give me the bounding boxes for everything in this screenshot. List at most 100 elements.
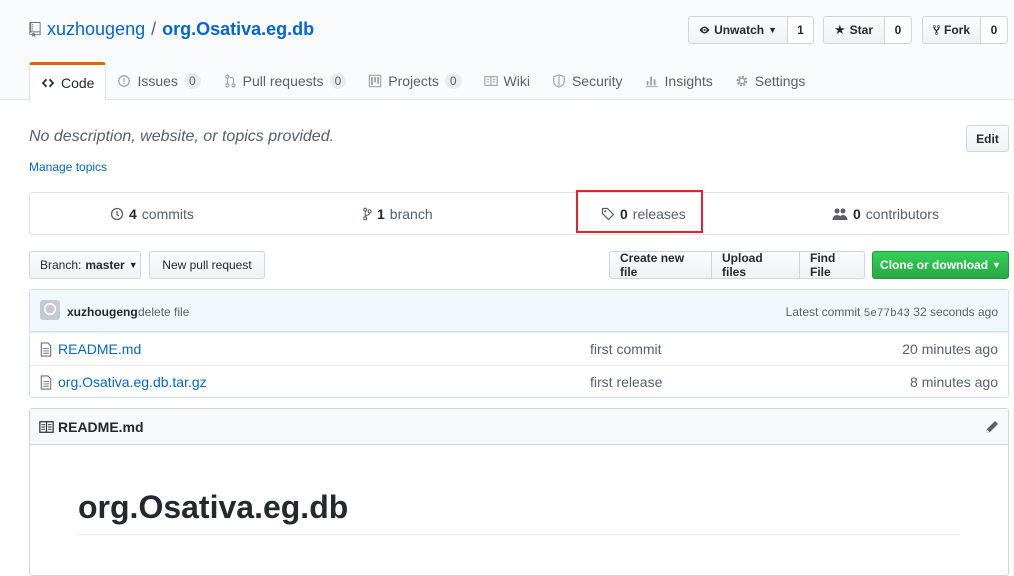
branch-name: master: [85, 258, 125, 272]
star-count[interactable]: 0: [885, 16, 912, 44]
star-icon: ★: [834, 22, 846, 37]
create-new-file-button[interactable]: Create new file: [609, 251, 712, 279]
new-pull-request-button[interactable]: New pull request: [149, 251, 265, 279]
readme-title: README.md: [58, 419, 144, 435]
releases-highlight-box: [576, 190, 703, 233]
repo-title: xuzhougeng / org.Osativa.eg.db: [29, 19, 314, 40]
star-label: Star: [849, 23, 873, 37]
repo-summary: 4 commits 1 branch 0 releases 0 contribu…: [29, 192, 1009, 235]
file-age: 20 minutes ago: [902, 341, 998, 357]
readme-header: README.md: [30, 409, 1008, 445]
tab-wiki[interactable]: Wiki: [473, 62, 541, 100]
eye-icon: [699, 26, 710, 34]
star-group: ★ Star 0: [823, 16, 912, 44]
pencil-icon[interactable]: [984, 419, 1000, 435]
tab-insights[interactable]: Insights: [634, 62, 724, 100]
tab-security-label: Security: [571, 73, 623, 89]
latest-commit-label: Latest commit: [785, 305, 861, 319]
pull-request-icon: [224, 74, 236, 88]
fork-count[interactable]: 0: [981, 16, 1008, 44]
tab-settings[interactable]: Settings: [724, 62, 817, 100]
file-name-link[interactable]: org.Osativa.eg.db.tar.gz: [58, 374, 207, 390]
graph-icon: [645, 76, 658, 88]
caret-down-icon: ▼: [128, 260, 138, 270]
branches-count: 1: [377, 205, 385, 222]
repo-separator: /: [151, 19, 157, 39]
tab-issues[interactable]: Issues 0: [106, 62, 211, 100]
tab-projects[interactable]: Projects 0: [357, 62, 472, 100]
upload-files-button[interactable]: Upload files: [712, 251, 800, 279]
file-row: README.md first commit 20 minutes ago: [30, 332, 1008, 365]
branches-label: branch: [389, 205, 433, 222]
file-icon: [40, 375, 52, 390]
projects-count-badge: 0: [444, 73, 462, 89]
clone-label: Clone or download: [880, 258, 989, 272]
file-commit-message[interactable]: first commit: [590, 341, 662, 357]
unwatch-button[interactable]: Unwatch ▼: [688, 16, 788, 44]
tab-projects-label: Projects: [388, 73, 439, 89]
repo-owner-link[interactable]: xuzhougeng: [47, 19, 145, 40]
latest-commit-bar: xuzhougeng delete file Latest commit 5e7…: [30, 290, 1008, 332]
branch-select-button[interactable]: Branch: master ▼: [29, 251, 141, 279]
tab-settings-label: Settings: [754, 73, 806, 89]
caret-down-icon: ▼: [992, 260, 1001, 270]
fork-button[interactable]: Fork: [922, 16, 981, 44]
manage-topics-link[interactable]: Manage topics: [29, 160, 107, 174]
tab-issues-label: Issues: [137, 73, 178, 89]
gear-icon: [736, 75, 748, 87]
file-actions-group: Create new file Upload files Find File: [609, 251, 865, 279]
fork-icon: [933, 25, 940, 35]
file-row: org.Osativa.eg.db.tar.gz first release 8…: [30, 365, 1008, 398]
commit-age: 32 seconds ago: [913, 305, 998, 319]
file-name-link[interactable]: README.md: [58, 341, 141, 357]
commit-message[interactable]: delete file: [138, 305, 189, 319]
issue-icon: [118, 75, 131, 87]
commit-sha[interactable]: 5e77b43: [864, 308, 910, 320]
tab-pull-requests[interactable]: Pull requests 0: [212, 62, 358, 100]
contributors-count: 0: [853, 205, 861, 222]
wiki-icon: [483, 76, 498, 86]
file-browser: xuzhougeng delete file Latest commit 5e7…: [29, 289, 1009, 398]
star-button[interactable]: ★ Star: [823, 16, 885, 44]
book-icon: [39, 421, 54, 433]
tab-pull-requests-label: Pull requests: [242, 73, 324, 89]
project-icon: [369, 74, 382, 88]
commit-author[interactable]: xuzhougeng: [67, 305, 138, 319]
avatar[interactable]: [40, 300, 60, 320]
readme-heading: org.Osativa.eg.db: [78, 489, 349, 525]
code-icon: [41, 78, 55, 87]
tab-code-label: Code: [61, 74, 95, 91]
people-icon: [832, 208, 848, 220]
unwatch-label: Unwatch: [714, 23, 765, 37]
repo-name-link[interactable]: org.Osativa.eg.db: [162, 19, 314, 40]
repo-nav-tabs: Code Issues 0 Pull requests 0 Projects 0…: [29, 62, 817, 101]
caret-down-icon: ▼: [768, 25, 777, 35]
file-icon: [40, 342, 52, 357]
readme-panel: README.md org.Osativa.eg.db: [29, 408, 1009, 576]
file-age: 8 minutes ago: [910, 374, 998, 390]
commits-link[interactable]: 4 commits: [110, 193, 194, 234]
branch-prefix: Branch:: [40, 258, 82, 272]
issues-count-badge: 0: [183, 73, 201, 89]
tab-security[interactable]: Security: [541, 62, 634, 100]
commit-meta: Latest commit 5e77b43 32 seconds ago: [786, 305, 998, 320]
tab-insights-label: Insights: [664, 73, 713, 89]
find-file-button[interactable]: Find File: [800, 251, 865, 279]
commits-label: commits: [141, 205, 194, 222]
clone-or-download-button[interactable]: Clone or download ▼: [872, 251, 1009, 279]
commits-count: 4: [129, 205, 137, 222]
tab-code[interactable]: Code: [29, 62, 107, 101]
branches-link[interactable]: 1 branch: [362, 193, 433, 234]
tab-wiki-label: Wiki: [503, 73, 530, 89]
pull-requests-count-badge: 0: [329, 73, 347, 89]
edit-description-button[interactable]: Edit: [966, 125, 1009, 152]
octocat-icon: [44, 303, 56, 315]
file-commit-message[interactable]: first release: [590, 374, 662, 390]
repo-description: No description, website, or topics provi…: [29, 128, 335, 145]
history-icon: [110, 207, 124, 220]
watch-group: Unwatch ▼ 1: [688, 16, 814, 44]
contributors-label: contributors: [865, 205, 939, 222]
heading-divider: [78, 534, 960, 535]
contributors-link[interactable]: 0 contributors: [832, 193, 939, 234]
watch-count[interactable]: 1: [788, 16, 814, 44]
